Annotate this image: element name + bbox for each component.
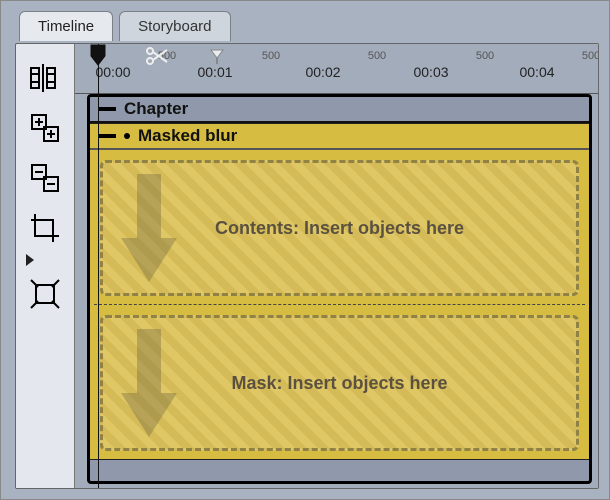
editor-panel: 00:0000:0100:0200:0300:04500500500500500… [15, 43, 599, 489]
masked-blur-label: Masked blur [138, 126, 237, 146]
collapse-icon[interactable] [98, 107, 116, 111]
tracks-container: Chapter Masked blur Contents: Insert obj… [87, 94, 592, 484]
down-arrow-icon [117, 318, 181, 448]
track-marker-dot [124, 133, 130, 139]
playhead-line [98, 44, 99, 488]
playhead[interactable] [89, 44, 107, 66]
add-media-button[interactable] [22, 106, 68, 150]
mask-dropzone[interactable]: Mask: Insert objects here [100, 315, 579, 451]
fit-icon [29, 278, 61, 310]
timeline-area: 00:0000:0100:0200:0300:04500500500500500… [74, 44, 598, 488]
tab-timeline[interactable]: Timeline [19, 11, 113, 41]
contents-dropzone[interactable]: Contents: Insert objects here [100, 160, 579, 296]
remove-media-icon [29, 162, 61, 194]
ruler-tick-minor: 500 [476, 50, 494, 62]
ruler-tick-major: 00:00 [95, 64, 130, 80]
track-divider [94, 304, 585, 305]
ruler-tick-major: 00:03 [413, 64, 448, 80]
tab-row: Timeline Storyboard [19, 11, 231, 41]
split-tracks-icon [29, 62, 61, 94]
remove-media-button[interactable] [22, 156, 68, 200]
down-arrow-icon [117, 163, 181, 293]
ruler-tick-minor: 500 [368, 50, 386, 62]
tab-storyboard[interactable]: Storyboard [119, 11, 230, 41]
tool-column [16, 48, 74, 488]
ruler-tick-minor: 500 [262, 50, 280, 62]
crop-icon [29, 212, 61, 244]
masked-blur-track: Masked blur Contents: Insert objects her… [90, 123, 589, 460]
time-ruler[interactable]: 00:0000:0100:0200:0300:04500500500500500 [75, 44, 598, 94]
mask-hint: Mask: Insert objects here [231, 373, 447, 394]
fit-button[interactable] [22, 272, 68, 316]
split-tracks-button[interactable] [22, 56, 68, 100]
chapter-header[interactable]: Chapter [90, 97, 589, 123]
scissors-icon[interactable] [145, 46, 169, 71]
masked-blur-header[interactable]: Masked blur [90, 124, 589, 150]
cut-marker-icon[interactable] [209, 48, 225, 69]
collapse-icon[interactable] [98, 134, 116, 138]
ruler-tick-major: 00:02 [305, 64, 340, 80]
crop-button[interactable] [22, 206, 68, 250]
chapter-label: Chapter [124, 99, 188, 119]
contents-hint: Contents: Insert objects here [215, 218, 464, 239]
crop-options-disclosure[interactable] [26, 254, 34, 266]
add-media-icon [29, 112, 61, 144]
ruler-tick-minor: 500 [582, 50, 598, 62]
ruler-tick-major: 00:04 [519, 64, 554, 80]
